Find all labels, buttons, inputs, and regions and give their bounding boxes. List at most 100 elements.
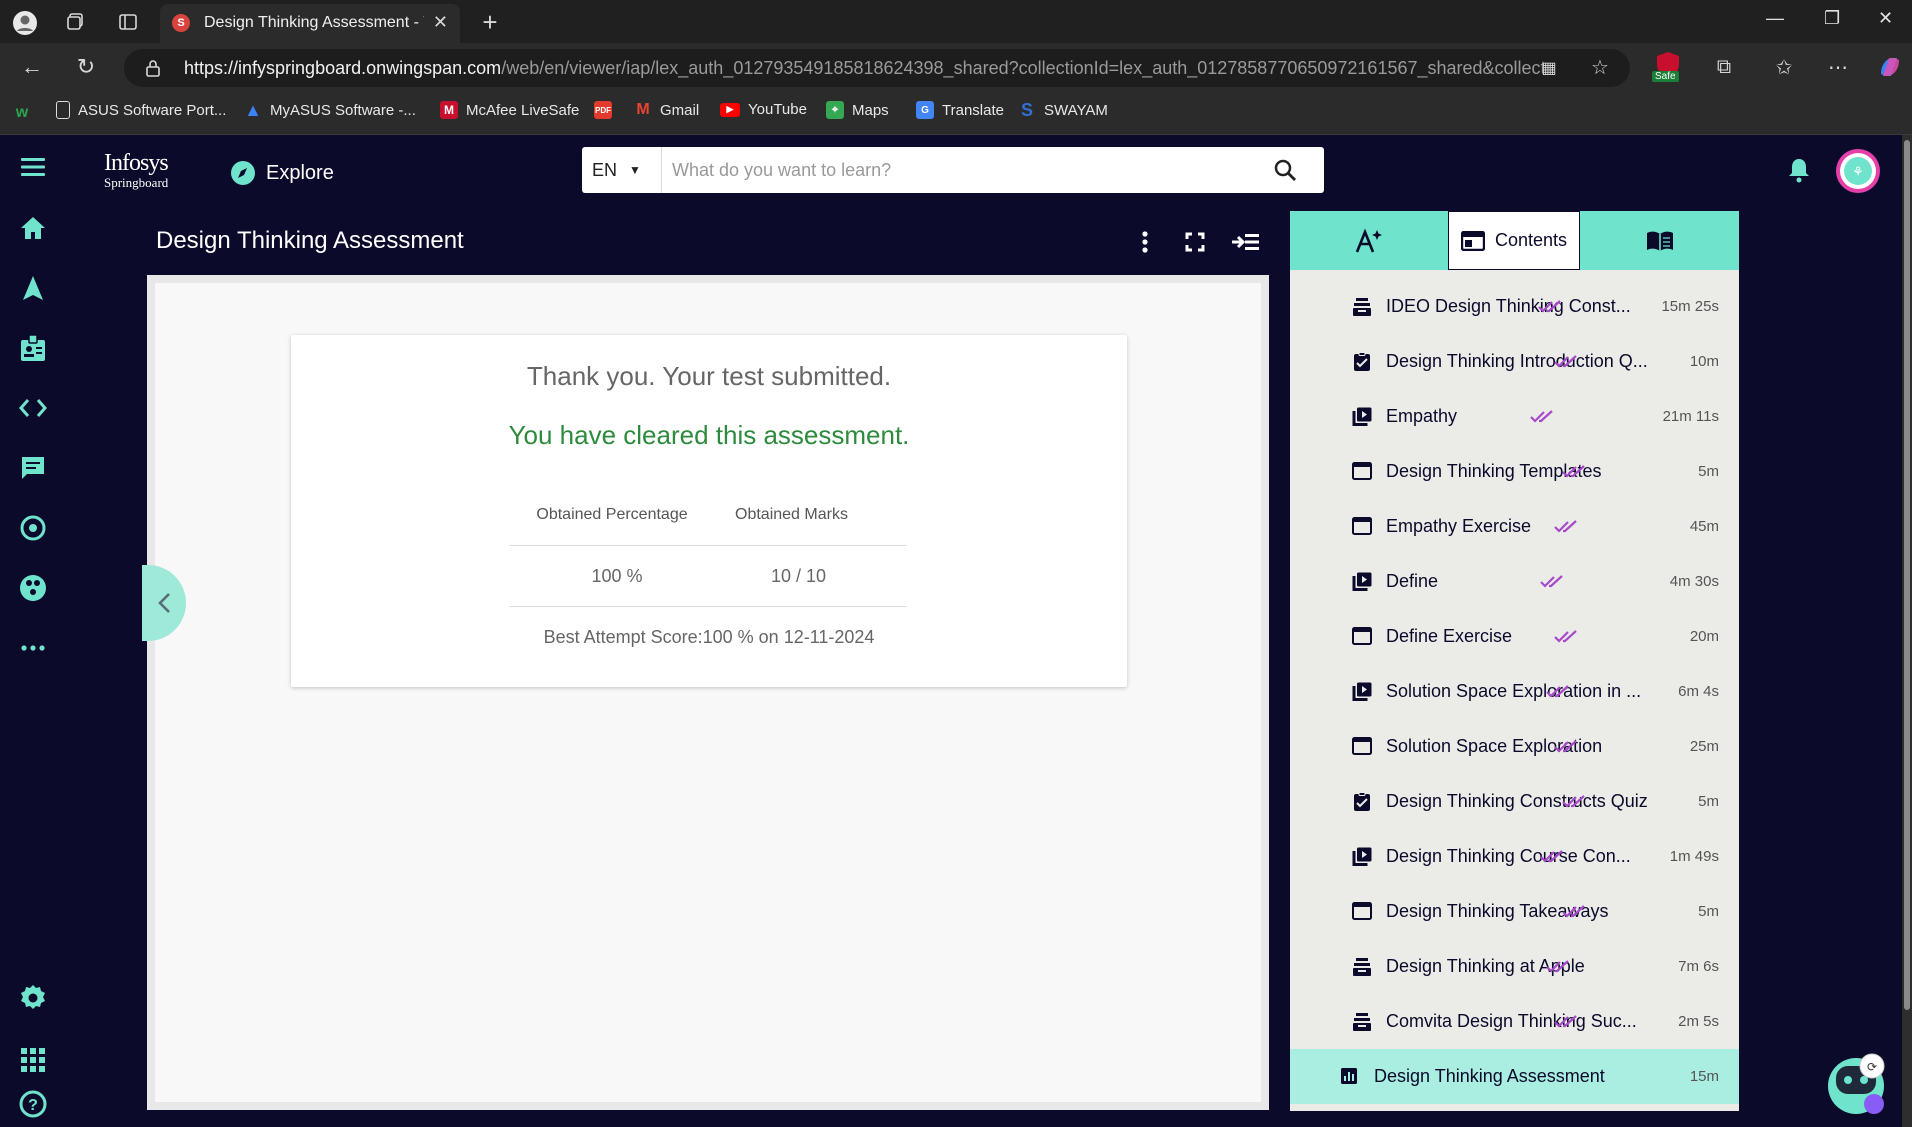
content-item[interactable]: Solution Space Exploration 25m — [1290, 719, 1739, 774]
new-tab-icon[interactable]: + — [476, 7, 504, 37]
explore-button[interactable]: Explore — [230, 160, 334, 186]
quiz-icon — [1352, 791, 1372, 812]
tab-actions-icon[interactable] — [114, 8, 142, 36]
help-icon[interactable]: ? — [18, 1089, 48, 1119]
scrollbar-thumb[interactable] — [1904, 140, 1910, 1010]
infosys-springboard-logo[interactable]: Infosys Springboard — [104, 151, 169, 189]
content-item[interactable]: Solution Space Exploration in ... 6m 4s — [1290, 664, 1739, 719]
content-item[interactable]: Define 4m 30s — [1290, 554, 1739, 609]
content-item[interactable]: IDEO Design Thinking Const... 15m 25s — [1290, 279, 1739, 334]
favorites-icon[interactable]: ✩ — [1770, 53, 1798, 81]
content-item-label: Comvita Design Thinking Suc... — [1386, 1011, 1637, 1031]
bookmark-label: McAfee LiveSafe — [466, 101, 580, 119]
content-item[interactable]: Comvita Design Thinking Suc... 2m 5s — [1290, 994, 1739, 1049]
bookmark-gmail[interactable]: M Gmail — [634, 101, 699, 119]
content-item-duration: 5m — [1698, 793, 1719, 810]
completed-check-icon — [1562, 464, 1586, 479]
language-value: EN — [592, 159, 618, 180]
completed-check-icon — [1538, 299, 1562, 314]
bookmark-youtube[interactable]: ▶ YouTube — [720, 101, 807, 118]
browser-tab-active[interactable]: S Design Thinking Assessment - Vie ✕ — [160, 4, 460, 43]
workspaces-icon[interactable] — [62, 8, 90, 36]
settings-gear-icon[interactable] — [18, 983, 48, 1013]
content-item[interactable]: Empathy Exercise 45m — [1290, 499, 1739, 554]
fullscreen-icon[interactable] — [1180, 227, 1210, 257]
target-icon[interactable] — [18, 513, 48, 543]
tab-contents[interactable]: Contents — [1448, 211, 1580, 270]
home-icon[interactable] — [18, 213, 48, 243]
more-options-icon[interactable]: ⋯ — [1824, 53, 1852, 81]
content-item[interactable]: Design Thinking Takeaways 5m — [1290, 884, 1739, 939]
restore-icon[interactable]: ❐ — [1824, 8, 1840, 29]
content-item-duration: 45m — [1689, 518, 1719, 535]
content-item[interactable]: Design Thinking Introduction Q... 10m — [1290, 334, 1739, 389]
minimize-icon[interactable]: ― — [1766, 8, 1784, 29]
user-avatar[interactable]: ⚘ — [1836, 149, 1880, 193]
bookmark-pdf[interactable]: PDF — [594, 101, 612, 119]
gmail-icon: M — [636, 101, 650, 118]
site-info-icon[interactable] — [142, 57, 164, 79]
bookmark-swayam[interactable]: S SWAYAM — [1018, 100, 1108, 120]
refresh-icon[interactable]: ↻ — [72, 53, 100, 81]
navigation-icon[interactable] — [18, 273, 48, 303]
completed-check-icon — [1546, 684, 1570, 699]
compass-icon — [231, 161, 255, 185]
content-item[interactable]: Define Exercise 20m — [1290, 609, 1739, 664]
content-item-label: Empathy Exercise — [1386, 516, 1532, 536]
notifications-bell-icon[interactable] — [1784, 155, 1814, 185]
bookmark-asus[interactable]: ASUS Software Port... — [56, 101, 226, 119]
content-item[interactable]: Design Thinking Course Con... 1m 49s — [1290, 829, 1739, 884]
close-window-icon[interactable]: ✕ — [1878, 8, 1893, 29]
bookmark-myasus[interactable]: ▲ MyASUS Software -... — [244, 100, 416, 120]
content-item-label: Define Exercise — [1386, 626, 1513, 646]
close-tab-icon[interactable]: ✕ — [433, 12, 448, 33]
toggle-panel-icon[interactable] — [1230, 227, 1260, 257]
pdf-icon: PDF — [594, 101, 612, 119]
content-item[interactable]: Design Thinking Constructs Quiz 5m — [1290, 774, 1739, 829]
chatbot-assistant-icon[interactable]: ⟳ — [1820, 1050, 1886, 1116]
completed-check-icon — [1554, 739, 1578, 754]
discussion-icon[interactable] — [18, 453, 48, 483]
id-badge-icon[interactable] — [18, 333, 48, 363]
bookmark-mcafee[interactable]: M McAfee LiveSafe — [440, 101, 579, 119]
content-item[interactable]: Design Thinking Templates 5m — [1290, 444, 1739, 499]
menu-icon[interactable] — [18, 152, 48, 182]
completed-check-icon — [1540, 574, 1564, 589]
book-icon — [1646, 231, 1673, 251]
module-icon — [1352, 957, 1372, 977]
maps-icon: ⌖ — [826, 101, 844, 119]
favorite-star-icon[interactable]: ☆ — [1588, 55, 1612, 79]
score-table: Obtained Percentage Obtained Marks 100 %… — [509, 485, 907, 607]
more-vert-icon[interactable] — [1130, 227, 1160, 257]
community-icon[interactable] — [18, 573, 48, 603]
video-icon — [1352, 407, 1372, 427]
tab-title: Design Thinking Assessment - Vie — [204, 14, 424, 31]
bookmark-translate[interactable]: G Translate — [916, 101, 1004, 119]
more-icon[interactable] — [18, 633, 48, 663]
search-icon[interactable] — [1272, 157, 1298, 183]
content-item[interactable]: Design Thinking at Apple 7m 6s — [1290, 939, 1739, 994]
profile-icon[interactable] — [10, 8, 40, 38]
bookmark-maps[interactable]: ⌖ Maps — [826, 101, 889, 119]
content-item-duration: 7m 6s — [1678, 958, 1719, 975]
language-select[interactable]: EN ▼ — [582, 147, 662, 193]
content-item-active[interactable]: Design Thinking Assessment 15m — [1290, 1049, 1739, 1104]
url-field[interactable]: https://infyspringboard.onwingspan.com/w… — [124, 49, 1630, 87]
content-item-duration: 10m — [1689, 353, 1719, 370]
code-icon[interactable] — [18, 393, 48, 423]
col-marks-header: Obtained Marks — [735, 506, 848, 523]
page-icon — [56, 101, 70, 119]
content-item[interactable]: Empathy 21m 11s — [1290, 389, 1739, 444]
apps-grid-icon[interactable] — [18, 1045, 48, 1075]
tab-reading[interactable] — [1580, 211, 1739, 270]
tab-notes[interactable] — [1290, 211, 1448, 270]
back-icon[interactable]: ← — [18, 53, 46, 81]
extensions-icon[interactable]: ⧉ — [1710, 53, 1738, 81]
app-available-icon[interactable]: ▦ — [1538, 57, 1560, 79]
svg-text:⚘: ⚘ — [1852, 164, 1864, 179]
search-input[interactable] — [672, 147, 1262, 193]
content-item-duration: 15m 25s — [1661, 298, 1719, 315]
copilot-icon[interactable] — [1874, 51, 1906, 83]
w-bookmark-icon[interactable]: w — [12, 103, 32, 123]
caret-down-icon: ▼ — [629, 163, 641, 177]
